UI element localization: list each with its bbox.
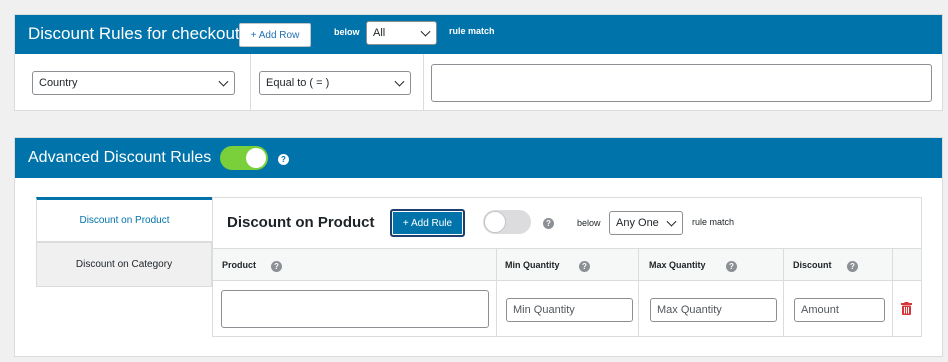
discount-tabs: Discount on Product Discount on Category	[36, 197, 212, 287]
trash-icon[interactable]	[901, 302, 912, 315]
advanced-rules-header: Advanced Discount Rules ?	[15, 138, 942, 178]
column-header-max-quantity: Max Quantity	[649, 260, 706, 270]
add-row-button[interactable]: + Add Row	[239, 23, 311, 47]
column-header-discount: Discount	[793, 260, 832, 270]
chevron-down-icon	[218, 76, 229, 87]
question-icon[interactable]: ?	[579, 261, 590, 272]
product-rules-table: Product ? Min Quantity ? Max Quantity ? …	[213, 248, 921, 337]
match-type-select[interactable]: All	[366, 21, 437, 45]
condition-field-select[interactable]: Country	[32, 71, 235, 95]
column-divider	[638, 248, 639, 337]
condition-value-input[interactable]	[431, 64, 932, 102]
advanced-rules-section: Advanced Discount Rules ? Discount on Pr…	[14, 137, 943, 357]
checkout-rules-header: Discount Rules for checkout + Add Row be…	[15, 15, 942, 54]
toggle-knob	[246, 148, 266, 168]
toggle-knob	[484, 211, 506, 233]
column-divider	[783, 248, 784, 337]
chevron-down-icon	[420, 26, 431, 37]
max-quantity-input[interactable]: Max Quantity	[650, 298, 777, 322]
operator-select[interactable]: Equal to ( = )	[259, 71, 411, 95]
add-rule-button[interactable]: + Add Rule	[390, 209, 465, 237]
product-match-select[interactable]: Any One	[609, 211, 683, 235]
question-icon[interactable]: ?	[726, 261, 737, 272]
question-icon[interactable]: ?	[271, 261, 282, 272]
tab-discount-on-category[interactable]: Discount on Category	[36, 242, 212, 287]
checkout-rules-title: Discount Rules for checkout	[28, 24, 240, 43]
min-quantity-input[interactable]: Min Quantity	[506, 298, 633, 322]
column-header-min-quantity: Min Quantity	[505, 260, 560, 270]
panel-title: Discount on Product	[227, 214, 375, 231]
below-label: below	[334, 27, 360, 37]
column-divider	[496, 248, 497, 337]
checkout-rules-section: Discount Rules for checkout + Add Row be…	[14, 14, 943, 111]
discount-on-product-panel: Discount on Product + Add Rule ? below A…	[212, 197, 922, 337]
question-icon[interactable]: ?	[847, 261, 858, 272]
condition-field-value: Country	[39, 77, 78, 89]
product-rules-toggle[interactable]	[483, 210, 531, 234]
column-divider	[250, 54, 251, 111]
operator-value: Equal to ( = )	[266, 77, 330, 89]
column-divider	[423, 54, 424, 111]
rule-match-label: rule match	[449, 26, 495, 36]
chevron-down-icon	[394, 76, 405, 87]
checkout-rule-row: Country Equal to ( = )	[15, 54, 942, 111]
advanced-rules-toggle[interactable]	[220, 146, 268, 170]
column-header-product: Product	[222, 260, 257, 270]
question-icon[interactable]: ?	[278, 154, 289, 165]
question-icon[interactable]: ?	[543, 218, 554, 229]
match-type-value: All	[373, 27, 386, 39]
product-input[interactable]	[221, 290, 489, 328]
table-header: Product ? Min Quantity ? Max Quantity ? …	[213, 248, 921, 281]
amount-input[interactable]: Amount	[794, 298, 885, 322]
below-label: below	[577, 218, 601, 228]
product-match-value: Any One	[616, 217, 659, 229]
rule-match-label: rule match	[692, 217, 735, 227]
advanced-rules-title: Advanced Discount Rules	[28, 149, 212, 166]
column-divider	[892, 248, 893, 337]
tab-discount-on-product[interactable]: Discount on Product	[36, 197, 212, 242]
chevron-down-icon	[666, 216, 677, 227]
